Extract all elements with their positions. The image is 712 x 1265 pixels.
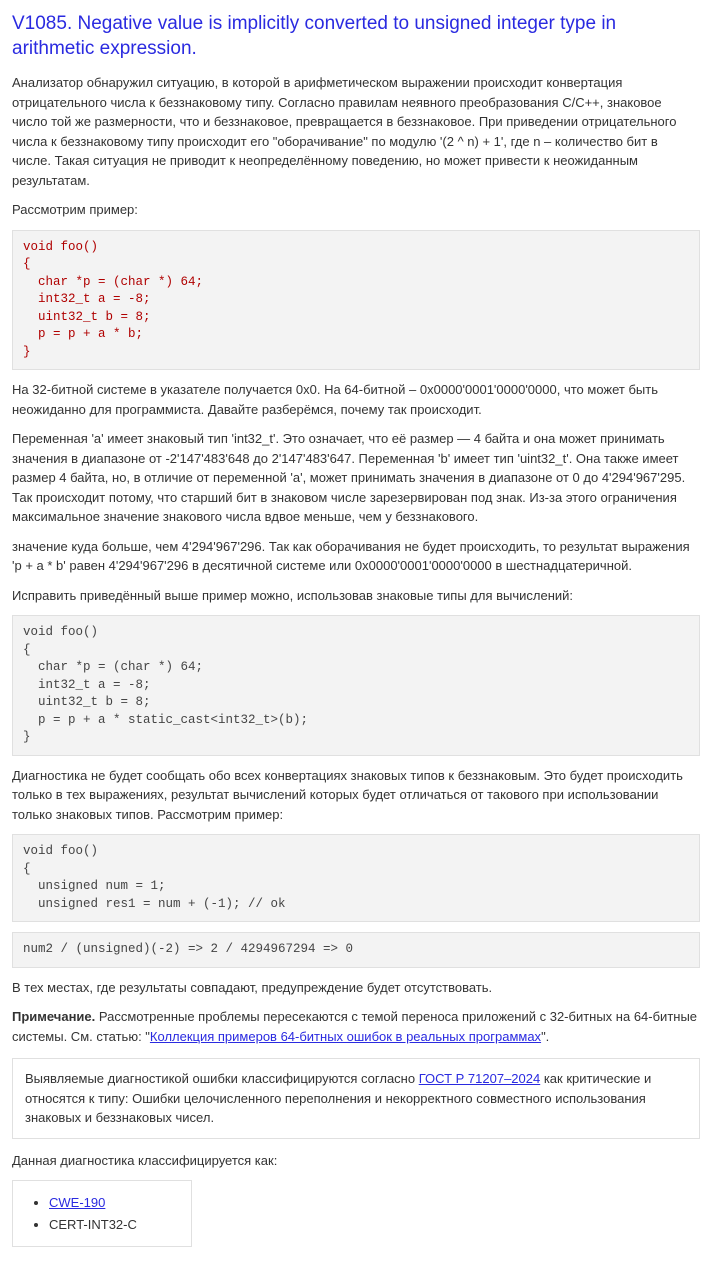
link-64bit-article[interactable]: Коллекция примеров 64-битных ошибок в ре… <box>150 1029 541 1044</box>
link-gost[interactable]: ГОСТ Р 71207–2024 <box>419 1071 541 1086</box>
code-example-scope-2: num2 / (unsigned)(-2) => 2 / 4294967294 … <box>12 932 700 968</box>
list-item: CERT-INT32-C <box>49 1215 177 1235</box>
gost-box: Выявляемые диагностикой ошибки классифиц… <box>12 1058 700 1139</box>
paragraph-explain-3: значение куда больше, чем 4'294'967'296.… <box>12 537 700 576</box>
paragraph-class-intro: Данная диагностика классифицируется как: <box>12 1151 700 1171</box>
gost-pre: Выявляемые диагностикой ошибки классифиц… <box>25 1071 419 1086</box>
code-example-fixed: void foo() { char *p = (char *) 64; int3… <box>12 615 700 756</box>
list-item: CWE-190 <box>49 1193 177 1213</box>
paragraph-fix-intro: Исправить приведённый выше пример можно,… <box>12 586 700 606</box>
paragraph-intro: Анализатор обнаружил ситуацию, в которой… <box>12 73 700 190</box>
classification-box: CWE-190 CERT-INT32-C <box>12 1180 192 1247</box>
paragraph-explain-1: На 32-битной системе в указателе получае… <box>12 380 700 419</box>
code-example-scope-1: void foo() { unsigned num = 1; unsigned … <box>12 834 700 922</box>
code-example-bad: void foo() { char *p = (char *) 64; int3… <box>12 230 700 371</box>
note-label: Примечание. <box>12 1009 95 1024</box>
cert-label: CERT-INT32-C <box>49 1217 137 1232</box>
note-text-2: ". <box>541 1029 549 1044</box>
paragraph-no-warning: В тех местах, где результаты совпадают, … <box>12 978 700 998</box>
paragraph-note: Примечание. Рассмотренные проблемы перес… <box>12 1007 700 1046</box>
paragraph-diag-scope: Диагностика не будет сообщать обо всех к… <box>12 766 700 825</box>
paragraph-example-intro: Рассмотрим пример: <box>12 200 700 220</box>
paragraph-explain-2: Переменная 'a' имеет знаковый тип 'int32… <box>12 429 700 527</box>
link-cwe[interactable]: CWE-190 <box>49 1195 105 1210</box>
page-title: V1085. Negative value is implicitly conv… <box>12 12 700 61</box>
